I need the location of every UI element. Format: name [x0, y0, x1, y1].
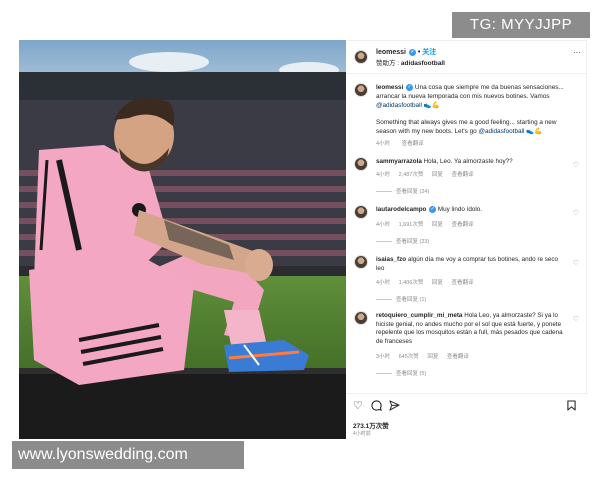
comment-reply-link[interactable]: 回复 [427, 354, 438, 360]
post-author: leomessi ✓ • 关注 [376, 47, 436, 57]
view-replies-label[interactable]: 查看回复 (5) [396, 371, 426, 377]
follow-button[interactable]: 关注 [422, 49, 436, 56]
replies-divider [376, 241, 392, 243]
post-photo[interactable]: › [19, 40, 346, 439]
post-timestamp: 4小时前 [353, 431, 371, 437]
post-header: leomessi ✓ • 关注 赞助方 : adidasfootball ··· [346, 41, 587, 74]
comment-avatar[interactable] [354, 255, 368, 269]
comment-likes[interactable]: 645次赞 [399, 354, 419, 360]
caption-mention-en[interactable]: @adidasfootball [478, 128, 524, 135]
sponsor-name[interactable]: adidasfootball [401, 60, 445, 67]
caption-emoji-en: 👟💪 [524, 128, 543, 135]
caption-text-es: Una cosa que siempre me da buenas sensac… [376, 84, 564, 100]
caption-time: 4小时 [376, 141, 391, 147]
comment-username[interactable]: sammyarrazola [376, 158, 422, 165]
bookmark-icon[interactable] [567, 400, 576, 414]
heart-icon[interactable]: ♡ [353, 400, 363, 412]
comment-meta: 3小时 645次赞 回复 查看翻译 [376, 352, 476, 360]
comment-time: 3小时 [376, 354, 391, 360]
comment-item: retoquiero_cumplir_mi_meta Hola Leo, ya … [346, 311, 587, 387]
comment-text: isaias_fzo algún día me voy a comprar tu… [376, 256, 561, 273]
comment-likes[interactable]: 1,406次赞 [399, 280, 424, 286]
comment-reply-link[interactable]: 回复 [432, 280, 443, 286]
comment-translate-link[interactable]: 查看翻译 [447, 354, 469, 360]
comment-like-heart-icon[interactable]: ♡ [573, 209, 579, 217]
comment-item: lautarodelcampo ✓ Muy lindo ídolo. 4小时 1… [346, 205, 587, 245]
likes-count[interactable]: 273.1万次赞 [353, 420, 389, 430]
replies-divider [376, 299, 392, 301]
caption-meta: 4小时 查看翻译 [376, 140, 576, 149]
verified-icon: ✓ [408, 48, 416, 56]
comment-meta: 4小时 1,691次赞 回复 查看翻译 [376, 220, 480, 228]
view-replies-link[interactable]: 查看回复 (24) [376, 187, 429, 195]
replies-divider [376, 191, 392, 193]
view-replies-link[interactable]: 查看回复 (5) [376, 369, 426, 377]
caption-username[interactable]: leomessi [376, 84, 403, 91]
comment-username[interactable]: retoquiero_cumplir_mi_meta [376, 312, 462, 319]
comment-text: sammyarrazola Hola, Leo. Ya almorzaste h… [376, 158, 576, 167]
view-replies-label[interactable]: 查看回复 (24) [396, 189, 429, 195]
comment-time: 4小时 [376, 280, 391, 286]
comment-like-heart-icon[interactable]: ♡ [573, 161, 579, 169]
post-side-panel: leomessi ✓ • 关注 赞助方 : adidasfootball ···… [346, 40, 587, 440]
caption-mention-es[interactable]: @adidasfootball [376, 102, 422, 109]
share-icon[interactable] [389, 400, 400, 414]
comment-username[interactable]: lautarodelcampo [376, 206, 426, 213]
comment-avatar[interactable] [354, 157, 368, 171]
comment-like-heart-icon[interactable]: ♡ [573, 259, 579, 267]
comment-avatar[interactable] [354, 205, 368, 219]
sponsor-line: 赞助方 : adidasfootball [376, 57, 445, 67]
caption-english: Something that always gives me a good fe… [376, 118, 576, 136]
post-action-bar: ♡ 273.1万次赞 4小时前 [346, 393, 587, 440]
comment-likes[interactable]: 2,487次赞 [399, 172, 424, 178]
verified-icon: ✓ [406, 83, 414, 91]
comment-item: isaias_fzo algún día me voy a comprar tu… [346, 255, 587, 305]
photo-illustration [19, 40, 346, 439]
comment-icon[interactable] [371, 400, 382, 414]
comment-username[interactable]: isaias_fzo [376, 256, 406, 263]
comment-text: lautarodelcampo ✓ Muy lindo ídolo. [376, 206, 576, 215]
sponsor-prefix: 赞助方 : [376, 60, 401, 67]
comment-like-heart-icon[interactable]: ♡ [573, 315, 579, 323]
caption-translate-link[interactable]: 查看翻译 [402, 141, 424, 147]
comment-item: sammyarrazola Hola, Leo. Ya almorzaste h… [346, 157, 587, 197]
caption-emoji-es: 👟💪 [421, 102, 440, 109]
post-caption: leomessi ✓ Una cosa que siempre me da bu… [376, 83, 576, 149]
comment-meta: 4小时 1,406次赞 回复 查看翻译 [376, 278, 480, 286]
view-replies-link[interactable]: 查看回复 (23) [376, 237, 429, 245]
comment-reply-link[interactable]: 回复 [432, 222, 443, 228]
watermark-top: TG: MYYJJPP [452, 12, 590, 38]
comment-translate-link[interactable]: 查看翻译 [451, 172, 473, 178]
caption-avatar[interactable] [354, 83, 368, 97]
comment-reply-link[interactable]: 回复 [432, 172, 443, 178]
comment-body: Muy lindo ídolo. [437, 206, 482, 214]
comment-meta: 4小时 2,487次赞 回复 查看翻译 [376, 170, 480, 178]
comment-likes[interactable]: 1,691次赞 [399, 222, 424, 228]
replies-divider [376, 373, 392, 375]
comment-translate-link[interactable]: 查看翻译 [451, 280, 473, 286]
post-username[interactable]: leomessi [376, 49, 406, 56]
verified-icon: ✓ [429, 206, 437, 213]
comment-avatar[interactable] [354, 311, 368, 325]
comment-translate-link[interactable]: 查看翻译 [451, 222, 473, 228]
caption-spanish: leomessi ✓ Una cosa que siempre me da bu… [376, 83, 576, 110]
watermark-bottom: www.lyonswedding.com [12, 441, 244, 469]
comment-body: Hola, Leo. Ya almorzaste hoy?? [423, 158, 513, 165]
comment-time: 4小时 [376, 222, 391, 228]
avatar[interactable] [354, 50, 368, 64]
view-replies-label[interactable]: 查看回复 (23) [396, 239, 429, 245]
more-dots-icon[interactable]: ··· [573, 48, 581, 57]
view-replies-label[interactable]: 查看回复 (1) [396, 297, 426, 303]
comment-text: retoquiero_cumplir_mi_meta Hola Leo, ya … [376, 312, 566, 346]
comment-time: 4小时 [376, 172, 391, 178]
view-replies-link[interactable]: 查看回复 (1) [376, 295, 426, 303]
